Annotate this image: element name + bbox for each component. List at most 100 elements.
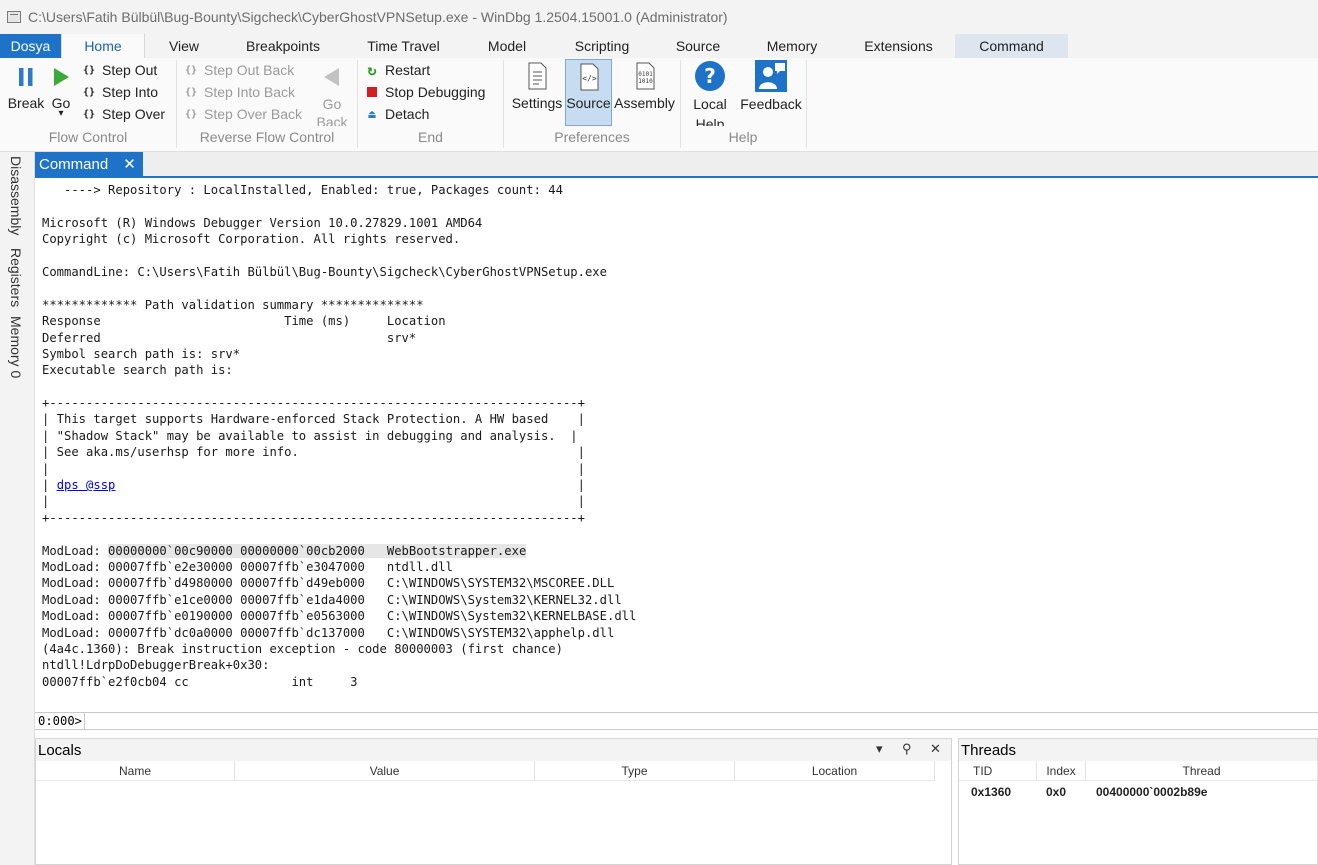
thread-tid: 0x1360	[971, 785, 1012, 799]
output-line: (4a4c.1360): Break instruction exception…	[42, 641, 563, 656]
step-over-back-button[interactable]: {} Step Over Back	[183, 104, 302, 124]
command-prompt: 0:000>	[35, 713, 86, 729]
output-line: | |	[42, 494, 585, 509]
close-icon[interactable]: ✕	[930, 741, 941, 757]
output-line: ModLoad: 00007ffb`e0190000 00007ffb`e056…	[42, 609, 637, 624]
detach-button[interactable]: ⏏ Detach	[364, 104, 429, 124]
stop-icon	[364, 84, 380, 100]
svg-text:</>: </>	[582, 74, 597, 83]
step-over-button[interactable]: {} Step Over	[81, 104, 165, 124]
stop-debugging-button[interactable]: Stop Debugging	[364, 82, 485, 102]
locals-col-value[interactable]: Value	[235, 761, 535, 781]
tab-command-window[interactable]: Command ✕	[35, 152, 143, 176]
dropdown-icon[interactable]: ▾	[876, 741, 883, 757]
tab-time-travel[interactable]: Time Travel	[355, 34, 452, 58]
close-icon[interactable]: ✕	[123, 155, 136, 173]
tab-source[interactable]: Source	[665, 34, 731, 58]
side-tab-memory-0[interactable]: Memory 0	[8, 316, 24, 378]
tab-extensions[interactable]: Extensions	[853, 34, 944, 58]
output-line: ----> Repository : LocalInstalled, Enabl…	[42, 183, 563, 197]
source-button[interactable]: </> Source	[565, 59, 612, 126]
tab-scripting[interactable]: Scripting	[562, 34, 642, 58]
pin-icon[interactable]: ⚲	[902, 741, 912, 757]
step-over-icon: {}	[82, 108, 96, 120]
go-back-button[interactable]: Go Back	[314, 62, 350, 126]
local-help-button[interactable]: ? Local Help	[688, 60, 732, 126]
threads-title: Threads	[961, 741, 1017, 759]
assembly-button[interactable]: 0101 1010 Assembly	[613, 62, 676, 111]
output-line: Deferred srv*	[42, 330, 417, 345]
settings-button[interactable]: Settings	[510, 62, 564, 111]
go-button[interactable]: Go ▾	[48, 62, 74, 119]
restart-icon: ↻	[367, 61, 377, 79]
step-into-back-icon: {}	[184, 86, 198, 98]
svg-text:?: ?	[704, 64, 716, 88]
output-line: ModLoad: 00007ffb`dc0a0000 00007ffb`dc13…	[42, 625, 615, 640]
tab-view[interactable]: View	[153, 34, 215, 58]
tab-breakpoints[interactable]: Breakpoints	[232, 34, 334, 58]
feedback-person-icon	[755, 60, 787, 92]
thread-id: 00400000`0002b89e	[1096, 785, 1208, 799]
dps-ssp-link[interactable]: dps @ssp	[57, 478, 116, 492]
restart-button[interactable]: ↻ Restart	[364, 60, 430, 80]
output-line: | This target supports Hardware-enforced…	[42, 412, 585, 427]
group-label-flow-control: Flow Control	[48, 129, 128, 145]
group-label-preferences: Preferences	[554, 129, 630, 145]
break-button[interactable]: Break	[4, 62, 48, 111]
tab-memory[interactable]: Memory	[754, 34, 830, 58]
tab-home[interactable]: Home	[61, 34, 145, 58]
threads-col-index[interactable]: Index	[1037, 761, 1086, 781]
command-input-bar: 0:000>	[35, 712, 1318, 730]
output-line: +---------------------------------------…	[42, 510, 585, 525]
side-tab-strip: Disassembly Registers Memory 0	[0, 152, 35, 865]
threads-col-thread[interactable]: Thread	[1086, 761, 1318, 781]
step-into-button[interactable]: {} Step Into	[81, 82, 158, 102]
step-out-back-button[interactable]: {} Step Out Back	[183, 60, 294, 80]
command-output[interactable]: ----> Repository : LocalInstalled, Enabl…	[35, 178, 1318, 712]
help-question-icon: ?	[695, 61, 725, 91]
pause-icon	[19, 68, 33, 86]
side-tab-registers[interactable]: Registers	[8, 248, 24, 307]
locals-col-type[interactable]: Type	[535, 761, 735, 781]
output-line: Microsoft (R) Windows Debugger Version 1…	[42, 215, 483, 230]
go-dropdown-icon[interactable]: ▾	[48, 109, 74, 119]
step-out-button[interactable]: {} Step Out	[81, 60, 157, 80]
threads-pane: Threads TID Index Thread 0x1360 0x0 0040…	[958, 738, 1318, 865]
step-out-back-icon: {}	[184, 64, 198, 76]
go-back-icon	[324, 68, 339, 86]
output-line: ModLoad: 00007ffb`d4980000 00007ffb`d49e…	[42, 576, 615, 591]
group-label-end: End	[418, 129, 443, 145]
output-line: ************* Path validation summary **…	[42, 297, 424, 312]
tab-command[interactable]: Command	[955, 34, 1068, 58]
output-line: Symbol search path is: srv*	[42, 346, 241, 361]
output-line: +---------------------------------------…	[42, 396, 585, 411]
output-line: | "Shadow Stack" may be available to ass…	[42, 428, 578, 443]
locals-col-name[interactable]: Name	[36, 761, 235, 781]
output-line: ntdll!LdrpDoDebuggerBreak+0x30:	[42, 658, 270, 673]
tab-model[interactable]: Model	[475, 34, 539, 58]
tab-dosya[interactable]: Dosya	[0, 34, 61, 58]
output-line: | |	[42, 461, 585, 476]
threads-col-tid[interactable]: TID	[959, 761, 1037, 781]
step-into-back-button[interactable]: {} Step Into Back	[183, 82, 295, 102]
selected-text: 00000000`00c90000 00000000`00cb2000	[108, 543, 365, 558]
step-out-icon: {}	[82, 64, 96, 76]
side-tab-disassembly[interactable]: Disassembly	[8, 156, 24, 235]
ribbon-home: Break Go ▾ {} Step Out {} Step Into {} S…	[0, 58, 1318, 152]
group-label-reverse-flow-control: Reverse Flow Control	[199, 129, 335, 145]
play-icon	[54, 68, 69, 86]
svg-text:0101: 0101	[638, 71, 653, 78]
locals-title: Locals	[38, 741, 82, 759]
feedback-button[interactable]: Feedback	[737, 60, 805, 112]
locals-pane: Locals ▾ ⚲ ✕ Name Value Type Location	[35, 738, 952, 865]
eject-icon: ⏏	[368, 107, 376, 121]
output-line: | See aka.ms/userhsp for more info. |	[42, 445, 585, 460]
locals-header: Locals ▾ ⚲ ✕	[36, 739, 951, 761]
command-input[interactable]	[85, 713, 1318, 729]
output-line: ModLoad: 00007ffb`e2e30000 00007ffb`e304…	[42, 559, 453, 574]
step-over-back-icon: {}	[184, 108, 198, 120]
locals-col-location[interactable]: Location	[735, 761, 935, 781]
